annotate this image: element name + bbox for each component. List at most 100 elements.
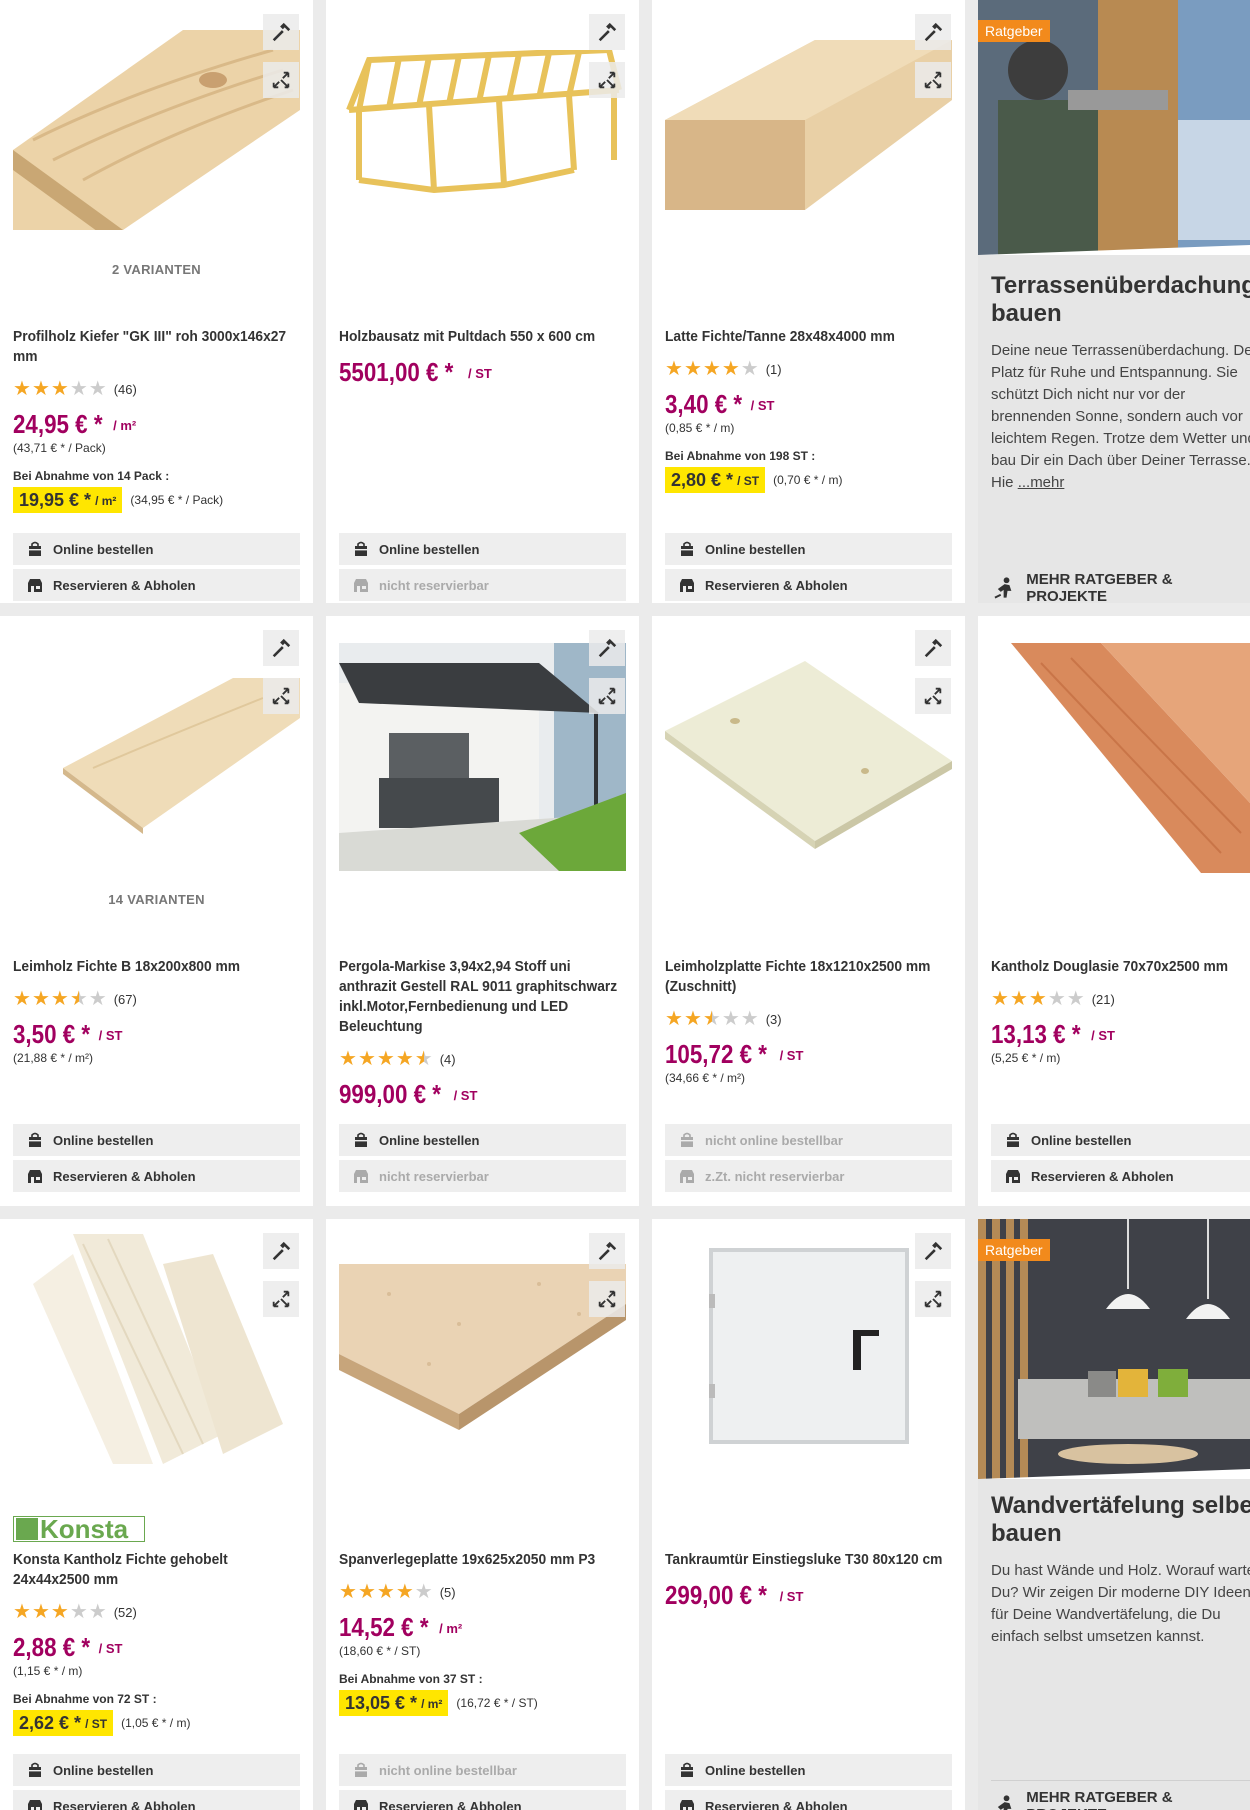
reserve-button[interactable]: Reservieren & Abholen	[991, 1160, 1250, 1192]
product-title[interactable]: Leimholz Fichte B 18x200x800 mm	[13, 957, 298, 977]
price: 24,95 € * / m²	[13, 409, 137, 439]
compare-icon[interactable]	[915, 62, 951, 98]
online-order-button[interactable]: Online bestellen	[13, 1124, 300, 1156]
product-card[interactable]: Konsta Konsta Kantholz Fichte gehobelt 2…	[0, 1219, 313, 1810]
review-count: (67)	[113, 991, 137, 1007]
hammer-icon[interactable]	[915, 630, 951, 666]
product-image[interactable]	[665, 40, 952, 220]
variants-label[interactable]: 14 VARIANTEN	[0, 892, 313, 907]
product-title[interactable]: Latte Fichte/Tanne 28x48x4000 mm	[665, 327, 950, 347]
product-title[interactable]: Konsta Kantholz Fichte gehobelt 24x44x25…	[13, 1550, 298, 1590]
bulk-price: 2,62 € * / ST	[13, 1710, 114, 1736]
online-order-button[interactable]: Online bestellen	[339, 1124, 626, 1156]
base-price: (18,60 € * / ST)	[339, 1644, 421, 1658]
online-order-button[interactable]: Online bestellen	[665, 1754, 952, 1786]
product-card[interactable]: Pergola-Markise 3,94x2,94 Stoff uni anth…	[326, 616, 639, 1206]
review-count: (21)	[1091, 991, 1115, 1007]
online-order-button[interactable]: Online bestellen	[991, 1124, 1250, 1156]
product-image[interactable]	[13, 30, 300, 250]
product-image[interactable]	[13, 1234, 300, 1464]
product-title[interactable]: Pergola-Markise 3,94x2,94 Stoff uni anth…	[339, 957, 624, 1037]
rating: ★ ★ ★ ★ ★ (52)	[13, 1602, 300, 1622]
star-icon: ★	[1047, 988, 1066, 1010]
product-image[interactable]	[339, 46, 626, 200]
product-image[interactable]	[339, 643, 626, 871]
product-title[interactable]: Tankraumtür Einstiegsluke T30 80x120 cm	[665, 1550, 950, 1570]
star-icon: ★	[13, 988, 31, 1010]
star-icon: ★	[69, 1601, 88, 1623]
product-card[interactable]: Spanverlegeplatte 19x625x2050 mm P3 ★ ★ ★ ★…	[326, 1219, 639, 1810]
base-price: (21,88 € * / m²)	[13, 1051, 94, 1065]
hammer-icon[interactable]	[263, 1233, 299, 1269]
compare-icon[interactable]	[263, 62, 299, 98]
bag-icon	[679, 1762, 695, 1778]
rating: ★ ★ ★ ★ ★ (21)	[991, 989, 1237, 1009]
ratgeber-text: Deine neue Terrassenüberdachung. Dein Pla…	[991, 342, 1250, 491]
product-title[interactable]: Kantholz Douglasie 70x70x2500 mm	[991, 957, 1235, 977]
online-order-button[interactable]: Online bestellen	[339, 533, 626, 565]
reserve-button[interactable]: Reservieren & Abholen	[13, 569, 300, 601]
price: 14,52 € * / m²	[339, 1612, 463, 1642]
product-image[interactable]	[991, 643, 1250, 873]
variants-label[interactable]: 2 VARIANTEN	[0, 262, 313, 277]
star-icon: ★	[1066, 988, 1085, 1010]
online-order-button[interactable]: Online bestellen	[665, 533, 952, 565]
product-card[interactable]: 14 VARIANTEN Leimholz Fichte B 18x200x80…	[0, 616, 313, 1206]
star-icon: ★	[1009, 988, 1028, 1010]
product-image[interactable]	[13, 678, 300, 838]
product-image[interactable]	[339, 1264, 626, 1444]
online-order-button[interactable]: Online bestellen	[13, 533, 300, 565]
reserve-button[interactable]: Reservieren & Abholen	[665, 1790, 952, 1810]
hammer-icon[interactable]	[263, 630, 299, 666]
rating: ★ ★ ★ ★ ★ (4)	[339, 1049, 626, 1069]
hammer-icon[interactable]	[589, 630, 625, 666]
product-title[interactable]: Leimholzplatte Fichte 18x1210x2500 mm (Z…	[665, 957, 950, 997]
more-ratgeber-link[interactable]: MEHR RATGEBER & PROJEKTE	[991, 1780, 1250, 1810]
compare-icon[interactable]	[263, 678, 299, 714]
product-image[interactable]	[665, 1234, 952, 1464]
product-image[interactable]	[665, 661, 952, 851]
compare-icon[interactable]	[915, 678, 951, 714]
product-card[interactable]: Latte Fichte/Tanne 28x48x4000 mm ★ ★ ★ ★ ★ (1…	[652, 0, 965, 603]
product-card[interactable]: Kantholz Douglasie 70x70x2500 mm ★ ★ ★ ★ ★ (2…	[978, 616, 1250, 1206]
more-ratgeber-link[interactable]: MEHR RATGEBER & PROJEKTE	[991, 563, 1250, 603]
star-icon: ★	[721, 358, 740, 380]
hammer-icon[interactable]	[915, 1233, 951, 1269]
product-card[interactable]: Leimholzplatte Fichte 18x1210x2500 mm (Z…	[652, 616, 965, 1206]
store-icon	[353, 1798, 369, 1810]
hammer-icon[interactable]	[589, 1233, 625, 1269]
bulk-price: 2,80 € * / ST	[665, 467, 766, 493]
product-tools	[915, 630, 951, 726]
bulk-base-price: (0,70 € * / m)	[773, 473, 843, 487]
product-card[interactable]: Tankraumtür Einstiegsluke T30 80x120 cm …	[652, 1219, 965, 1810]
reserve-button[interactable]: Reservieren & Abholen	[665, 569, 952, 601]
ratgeber-title[interactable]: Wandvertäfelung selber bauen	[991, 1492, 1250, 1548]
product-card[interactable]: 2 VARIANTEN Profilholz Kiefer "GK III" r…	[0, 0, 313, 603]
compare-icon[interactable]	[589, 678, 625, 714]
ratgeber-card[interactable]: Ratgeber Wandvertäfelung selber bauen Du …	[978, 1219, 1250, 1810]
hammer-icon[interactable]	[915, 14, 951, 50]
ratgeber-card[interactable]: Ratgeber Terrassenüberdachung selbstbaue…	[978, 0, 1250, 603]
store-icon	[679, 1798, 695, 1810]
online-order-button[interactable]: Online bestellen	[13, 1754, 300, 1786]
product-card[interactable]: Holzbausatz mit Pultdach 550 x 600 cm 55…	[326, 0, 639, 603]
price: 3,50 € * / ST	[13, 1019, 123, 1049]
reserve-button[interactable]: Reservieren & Abholen	[339, 1790, 626, 1810]
hammer-icon[interactable]	[263, 14, 299, 50]
price: 2,88 € * / ST	[13, 1632, 123, 1662]
compare-icon[interactable]	[915, 1281, 951, 1317]
product-title[interactable]: Profilholz Kiefer "GK III" roh 3000x146x…	[13, 327, 298, 367]
hammer-icon[interactable]	[589, 14, 625, 50]
more-link[interactable]: ...mehr	[1018, 474, 1065, 491]
reserve-button[interactable]: Reservieren & Abholen	[13, 1790, 300, 1810]
compare-icon[interactable]	[263, 1281, 299, 1317]
price: 299,00 € * / ST	[665, 1580, 804, 1610]
product-title[interactable]: Holzbausatz mit Pultdach 550 x 600 cm	[339, 327, 624, 347]
reserve-button[interactable]: Reservieren & Abholen	[13, 1160, 300, 1192]
compare-icon[interactable]	[589, 62, 625, 98]
compare-icon[interactable]	[589, 1281, 625, 1317]
star-icon: ★	[740, 358, 759, 380]
ratgeber-title[interactable]: Terrassenüberdachung selbstbauen	[991, 272, 1250, 328]
not-reservable-button: nicht reservierbar	[339, 569, 626, 601]
product-title[interactable]: Spanverlegeplatte 19x625x2050 mm P3	[339, 1550, 624, 1570]
